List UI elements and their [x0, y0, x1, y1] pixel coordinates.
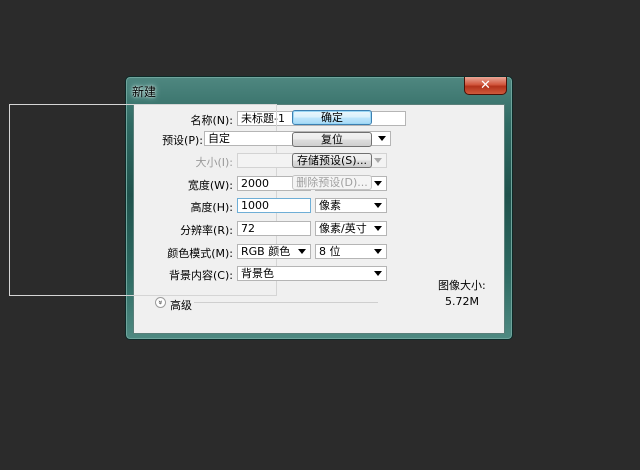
close-icon: ✕: [480, 78, 491, 93]
preset-value: 自定: [208, 132, 230, 145]
chevron-down-icon: [374, 203, 382, 208]
background-label: 背景内容(C):: [169, 269, 233, 282]
double-chevron-down-icon[interactable]: »: [155, 297, 166, 308]
dialog-title: 新建: [132, 85, 157, 99]
height-unit-select[interactable]: 像素: [315, 198, 387, 213]
delete-preset-button[interactable]: 删除预设(D)...: [292, 175, 372, 190]
chevron-down-icon: [374, 249, 382, 254]
height-unit-value: 像素: [319, 199, 341, 212]
image-size-label: 图像大小:: [438, 279, 486, 292]
size-label: 大小(I):: [195, 156, 233, 169]
background-value: 背景色: [241, 267, 274, 280]
preset-label: 预设(P):: [146, 132, 204, 148]
title-bar[interactable]: 新建 ✕: [126, 77, 512, 103]
resolution-unit-select[interactable]: 像素/英寸: [315, 221, 387, 236]
width-label: 宽度(W):: [187, 179, 233, 192]
background-select[interactable]: 背景色: [237, 266, 387, 281]
color-mode-select[interactable]: RGB 颜色: [237, 244, 311, 259]
advanced-divider: [194, 302, 378, 303]
chevron-down-icon: [374, 271, 382, 276]
chevron-down-icon: [378, 136, 386, 141]
resolution-input[interactable]: 72: [237, 221, 311, 236]
chevron-down-icon: [298, 249, 306, 254]
resolution-unit-value: 像素/英寸: [319, 222, 367, 235]
save-preset-button[interactable]: 存储预设(S)...: [292, 153, 372, 168]
close-button[interactable]: ✕: [464, 77, 507, 95]
height-input[interactable]: 1000: [237, 198, 311, 213]
bit-depth-value: 8 位: [319, 245, 341, 258]
chevron-down-icon: [374, 158, 382, 163]
height-label: 高度(H):: [190, 201, 233, 214]
chevron-down-icon: [374, 181, 382, 186]
reset-button[interactable]: 复位: [292, 132, 372, 147]
image-size-value: 5.72M: [445, 295, 479, 308]
color-mode-label: 颜色模式(M):: [167, 247, 233, 260]
ok-button[interactable]: 确定: [292, 110, 372, 125]
resolution-label: 分辨率(R):: [180, 224, 233, 237]
chevron-down-icon: [374, 226, 382, 231]
color-mode-value: RGB 颜色: [241, 245, 291, 258]
advanced-toggle[interactable]: 高级: [170, 297, 192, 313]
bit-depth-select[interactable]: 8 位: [315, 244, 387, 259]
